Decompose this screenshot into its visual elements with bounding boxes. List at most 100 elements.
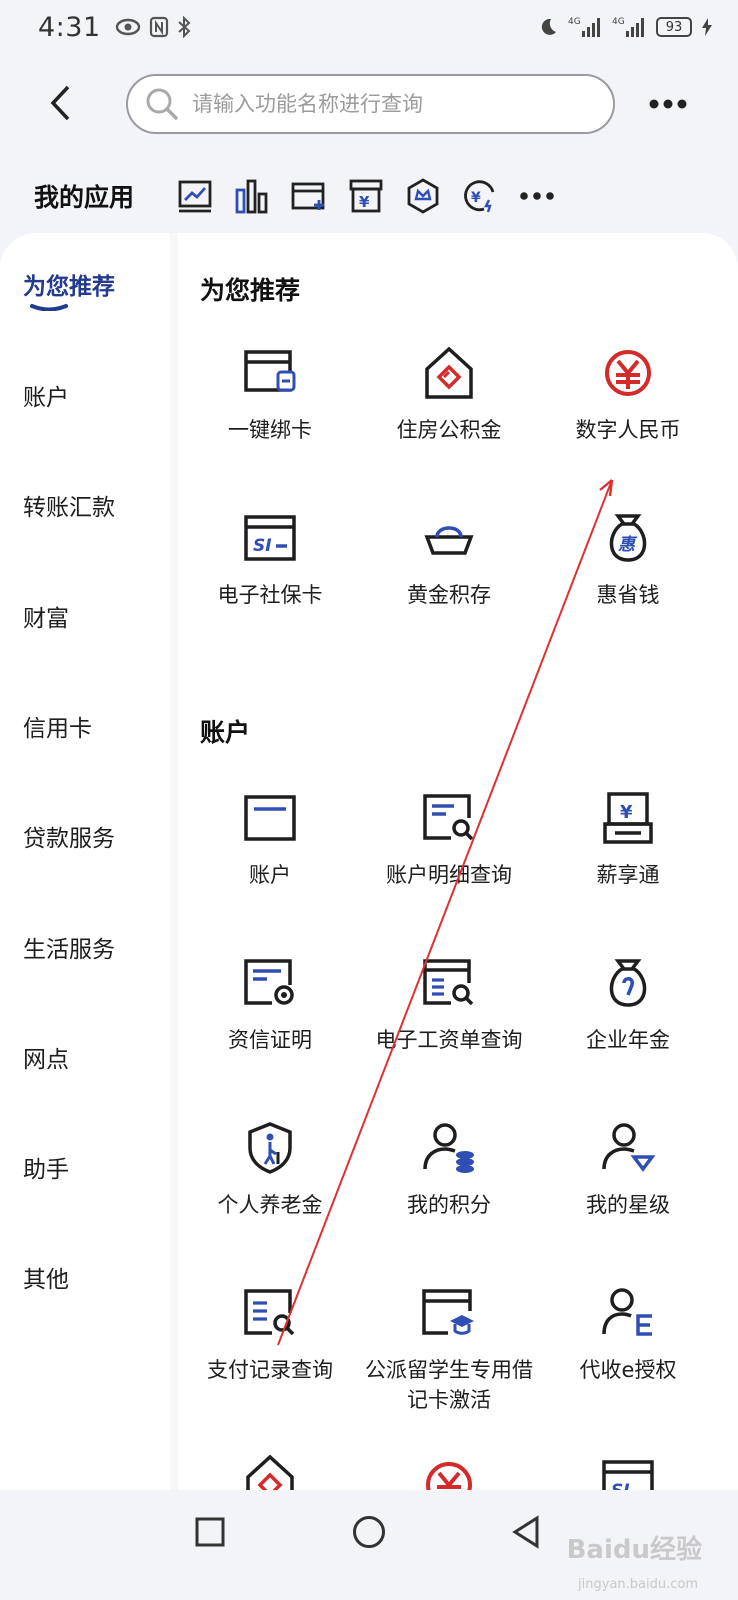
sidebar-divider: [170, 233, 178, 1513]
nfc-icon: [149, 16, 168, 38]
tile-personal-pension[interactable]: 个人养老金: [180, 1118, 360, 1220]
tile-label: 个人养老金: [217, 1193, 323, 1217]
tile-credit-certificate[interactable]: 资信证明: [180, 953, 360, 1055]
section-title-recommended: 为您推荐: [200, 276, 301, 305]
more-options-button[interactable]: [648, 90, 688, 118]
tile-payslip[interactable]: 电子工资单查询: [359, 953, 539, 1055]
chevron-left-icon: [50, 85, 70, 121]
baidu-watermark-url: jingyan.baidu.com: [578, 1577, 698, 1592]
my-app-crown-hexagon[interactable]: [404, 178, 441, 215]
svg-text:¥: ¥: [471, 190, 481, 206]
pension-shield-icon: [248, 1122, 292, 1174]
tile-label: 住房公积金: [396, 418, 502, 442]
battery-indicator: 93: [656, 17, 692, 37]
back-button[interactable]: [42, 82, 78, 124]
svg-text:SI: SI: [253, 536, 272, 556]
header: [0, 68, 738, 138]
bluetooth-icon: [177, 16, 191, 38]
sidebar-item-branch[interactable]: 网点: [23, 1040, 69, 1074]
system-back-button[interactable]: [506, 1512, 546, 1552]
tile-label: 企业年金: [586, 1028, 670, 1052]
my-apps-more-button[interactable]: [518, 178, 555, 215]
money-bag-icon: 惠: [609, 514, 647, 562]
sidebar-item-other[interactable]: 其他: [23, 1260, 69, 1294]
tile-label: 我的星级: [586, 1193, 670, 1217]
tile-label: 薪享通: [596, 863, 660, 887]
my-app-trend-chart[interactable]: [176, 178, 213, 215]
account-card-icon: [244, 795, 296, 841]
digital-rmb-icon: [605, 350, 651, 396]
tile-collection-e-authorization[interactable]: 代收e授权: [538, 1283, 718, 1385]
annuity-bag-icon: [609, 959, 647, 1007]
status-bar: 4:31 4G 4G 93: [0, 0, 738, 54]
tile-my-points[interactable]: 我的积分: [359, 1118, 539, 1220]
sidebar-item-wealth[interactable]: 财富: [23, 599, 69, 633]
yuan-box-icon: ¥: [349, 179, 382, 213]
sidebar-item-loan[interactable]: 贷款服务: [23, 819, 115, 853]
sidebar-item-assistant[interactable]: 助手: [23, 1150, 69, 1184]
tile-label: 账户明细查询: [386, 863, 512, 887]
tile-housing-fund[interactable]: 住房公积金: [359, 343, 539, 445]
housing-fund-icon: [246, 1454, 294, 1491]
home-button[interactable]: [349, 1512, 389, 1552]
tile-salary-service[interactable]: ¥ 薪享通: [538, 788, 718, 890]
recent-apps-button[interactable]: [190, 1512, 230, 1552]
social-security-card-icon: SI: [244, 515, 296, 561]
tile-label: 账户: [249, 863, 291, 887]
svg-text:4G: 4G: [568, 17, 581, 27]
tile-account[interactable]: 账户: [180, 788, 360, 890]
sidebar-item-recommended[interactable]: 为您推荐: [23, 267, 115, 301]
salary-icon: ¥: [603, 792, 653, 844]
add-card-icon: [291, 182, 324, 210]
my-app-bar-chart[interactable]: [233, 178, 270, 215]
tile-partial-digital-rmb[interactable]: [359, 1455, 539, 1491]
sidebar-item-account[interactable]: 账户: [23, 378, 69, 412]
tile-label: 惠省钱: [596, 583, 660, 607]
search-input[interactable]: [192, 92, 592, 116]
my-apps-title: 我的应用: [34, 183, 135, 212]
digital-rmb-icon: [426, 1462, 472, 1491]
tile-digital-rmb[interactable]: 数字人民币: [538, 343, 718, 445]
tile-gold-savings[interactable]: 黄金积存: [359, 508, 539, 610]
credit-certificate-icon: [244, 959, 294, 1005]
status-time: 4:31: [38, 11, 101, 43]
tile-my-star-level[interactable]: 我的星级: [538, 1118, 718, 1220]
bind-card-icon: [244, 350, 296, 392]
my-app-yuan-box[interactable]: ¥: [347, 178, 384, 215]
tile-study-abroad-card[interactable]: 公派留学生专用借记卡激活: [359, 1283, 539, 1415]
tile-partial-social-security[interactable]: SI: [538, 1453, 718, 1491]
svg-text:惠: 惠: [618, 535, 638, 555]
baidu-watermark: Baidu经验: [566, 1535, 702, 1565]
charging-icon: [702, 18, 712, 36]
sidebar-item-life-service[interactable]: 生活服务: [23, 930, 115, 964]
tile-label: 我的积分: [407, 1193, 491, 1217]
tile-payment-records[interactable]: 支付记录查询: [180, 1283, 360, 1385]
circle-icon: [353, 1516, 385, 1548]
my-app-add-card[interactable]: [290, 178, 327, 215]
svg-text:¥: ¥: [359, 193, 370, 211]
tile-bind-card[interactable]: 一键绑卡: [180, 343, 360, 445]
user-star-level-icon: [602, 1123, 656, 1172]
tile-label: 代收e授权: [579, 1358, 677, 1382]
tile-enterprise-annuity[interactable]: 企业年金: [538, 953, 718, 1055]
sidebar-item-transfer[interactable]: 转账汇款: [23, 488, 115, 522]
tile-save-money[interactable]: 惠 惠省钱: [538, 508, 718, 610]
signal-4g-icon-2: 4G: [612, 17, 644, 37]
yuan-refresh-icon: ¥: [463, 180, 494, 213]
tile-social-security-card[interactable]: SI 电子社保卡: [180, 508, 360, 610]
tile-label: 资信证明: [228, 1028, 312, 1052]
sidebar-item-credit-card[interactable]: 信用卡: [23, 709, 92, 743]
triangle-back-icon: [512, 1515, 539, 1549]
ellipsis-icon: [519, 192, 554, 200]
user-e-authorization-icon: [602, 1288, 652, 1336]
eye-icon: [115, 18, 140, 36]
search-box[interactable]: [126, 74, 615, 134]
tile-label: 一键绑卡: [228, 418, 312, 442]
tile-partial-housing[interactable]: [180, 1451, 360, 1491]
category-sidebar: 为您推荐 账户 转账汇款 财富 信用卡 贷款服务 生活服务 网点 助手 其他: [0, 233, 170, 1513]
my-app-yuan-refresh[interactable]: ¥: [461, 178, 498, 215]
tile-account-detail[interactable]: 账户明细查询: [359, 788, 539, 890]
payment-record-search-icon: [244, 1289, 295, 1336]
study-abroad-card-icon: [422, 1289, 474, 1335]
gold-ingot-icon: [424, 526, 474, 555]
